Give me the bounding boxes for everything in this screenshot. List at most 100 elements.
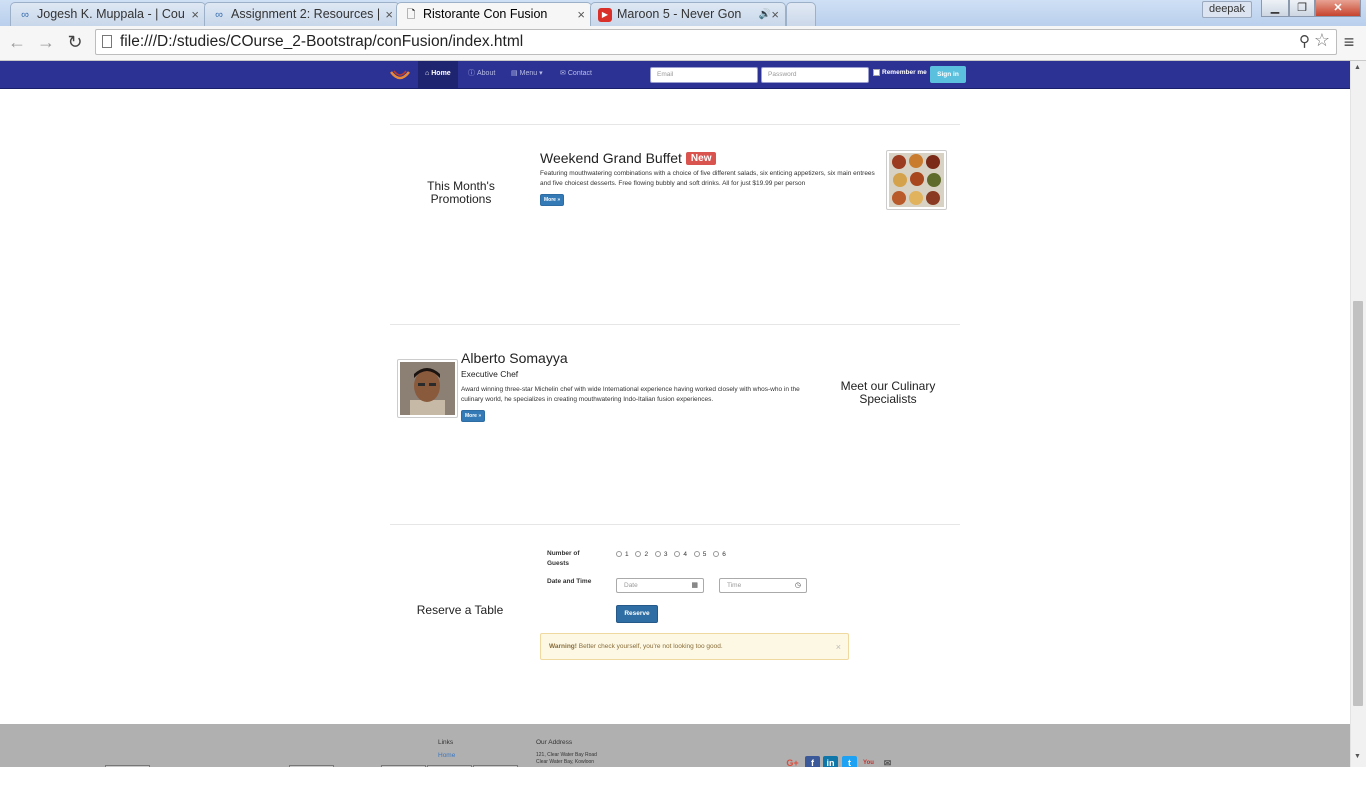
url-text: file:///D:/studies/COurse_2-Bootstrap/co…	[120, 33, 524, 50]
close-tab-icon[interactable]: ×	[191, 3, 199, 26]
radio-button[interactable]	[635, 551, 642, 558]
radio-button[interactable]	[654, 551, 661, 558]
zoom-icon[interactable]: ⚲	[1299, 32, 1310, 50]
divider	[390, 324, 960, 325]
google-plus-icon[interactable]: G+	[785, 756, 800, 767]
calendar-icon: ▦	[691, 582, 698, 589]
nav-contact[interactable]: ✉ Contact	[560, 61, 592, 88]
guest-option-label: 6	[722, 551, 726, 558]
window-bottom	[0, 767, 1366, 794]
footer-links-heading: Links	[438, 739, 454, 746]
divider	[390, 524, 960, 525]
menu-icon[interactable]: ≡	[1341, 32, 1357, 52]
browser-tab-strip: ∞ Jogesh K. Muppala - | Cou × ∞ Assignme…	[0, 0, 1366, 27]
divider	[390, 124, 960, 125]
brand-logo[interactable]	[389, 66, 411, 84]
tab-title: Maroon 5 - Never Gon	[617, 7, 742, 21]
browser-tab[interactable]: ∞ Assignment 2: Resources | ×	[204, 2, 400, 26]
date-input[interactable]: Date ▦	[616, 578, 704, 593]
guest-option[interactable]: 3	[654, 551, 668, 558]
close-tab-icon[interactable]: ×	[577, 3, 585, 26]
home-icon: ⌂	[425, 70, 430, 77]
browser-tab-active[interactable]: 🗋 Ristorante Con Fusion ×	[396, 2, 592, 27]
guest-option[interactable]: 4	[674, 551, 687, 558]
guest-option-label: 3	[663, 551, 668, 558]
radio-button[interactable]	[713, 551, 720, 558]
chef-image	[397, 359, 458, 418]
facebook-icon[interactable]: f	[805, 756, 820, 767]
coursera-icon: ∞	[215, 9, 223, 21]
reload-icon[interactable]: ↻	[65, 32, 85, 52]
chef-description: Award winning three-star Michelin chef w…	[461, 386, 800, 403]
tab-title: Assignment 2: Resources |	[231, 7, 381, 21]
profile-badge[interactable]: deepak	[1202, 1, 1252, 18]
back-icon[interactable]: ←	[7, 32, 27, 52]
page-scrollbar[interactable]: ▲ ▼	[1350, 61, 1366, 767]
datetime-label: Date and Time	[547, 578, 592, 585]
remember-me-checkbox[interactable]: Remember me	[873, 69, 927, 76]
browser-tab[interactable]: ∞ Jogesh K. Muppala - | Cou ×	[10, 2, 206, 26]
warning-alert: Warning! Better check yourself, you're n…	[540, 633, 849, 660]
nav-home[interactable]: ⌂ Home	[418, 61, 458, 88]
guest-option[interactable]: 1	[616, 551, 629, 558]
bookmark-star-icon[interactable]: ☆	[1314, 30, 1330, 51]
nav-about[interactable]: ⓘ About	[468, 61, 495, 88]
radio-button[interactable]	[616, 551, 622, 558]
youtube-icon: ▶	[598, 8, 612, 22]
radio-button[interactable]	[693, 551, 700, 558]
linkedin-icon[interactable]: in	[823, 756, 838, 767]
minimize-button[interactable]: ▁	[1261, 0, 1289, 17]
checkbox[interactable]	[873, 69, 880, 76]
scroll-up-icon[interactable]: ▲	[1354, 64, 1361, 71]
guest-option[interactable]: 6	[713, 551, 726, 558]
sign-in-button[interactable]: Sign in	[930, 66, 966, 83]
guest-option-label: 5	[702, 551, 707, 558]
close-window-button[interactable]: ✕	[1315, 0, 1361, 17]
twitter-icon[interactable]: t	[842, 756, 857, 767]
maximize-button[interactable]: ❐	[1289, 0, 1315, 17]
date-placeholder: Date	[624, 582, 638, 589]
address-line: 121, Clear Water Bay Road	[536, 752, 597, 758]
site-footer: Links Home Our Address 121, Clear Water …	[0, 724, 1350, 767]
list-icon: ▤	[511, 70, 518, 77]
page-viewport: ⌂ Home ⓘ About ▤ Menu ▾ ✉ Contact Email Pass…	[0, 61, 1350, 767]
footer-link-home[interactable]: Home	[438, 752, 455, 759]
page-icon	[102, 35, 112, 48]
scroll-down-icon[interactable]: ▼	[1354, 753, 1361, 760]
browser-toolbar: ← → ↻ file:///D:/studies/COurse_2-Bootst…	[0, 26, 1366, 61]
scroll-thumb[interactable]	[1353, 301, 1363, 706]
promotion-title: Weekend Grand Buffet	[540, 150, 682, 166]
nav-menu-label: Menu	[519, 70, 538, 77]
specialists-title: Meet our Culinary Specialists	[840, 379, 936, 406]
address-bar[interactable]: file:///D:/studies/COurse_2-Bootstrap/co…	[95, 29, 1337, 55]
nav-menu[interactable]: ▤ Menu ▾	[511, 61, 543, 88]
promotion-more-button[interactable]: More »	[540, 194, 565, 206]
close-tab-icon[interactable]: ×	[385, 3, 393, 26]
radio-button[interactable]	[674, 551, 681, 558]
forward-icon[interactable]: →	[36, 32, 56, 52]
clock-icon: ◷	[794, 582, 801, 589]
password-input[interactable]: Password	[761, 67, 869, 83]
mail-icon[interactable]: ✉	[880, 756, 895, 767]
new-badge: New	[685, 152, 717, 165]
reserve-button[interactable]: Reserve	[616, 605, 658, 623]
chef-name: Alberto Somayya	[461, 350, 568, 366]
youtube-icon[interactable]: You	[861, 756, 876, 767]
page-icon: 🗋	[406, 9, 416, 21]
footer-address-heading: Our Address	[536, 739, 573, 746]
coursera-icon: ∞	[21, 9, 29, 21]
promotion-description: Featuring mouthwatering combinations wit…	[540, 170, 875, 187]
reservation-title: Reserve a Table	[416, 603, 504, 617]
time-input[interactable]: Time ◷	[719, 578, 807, 593]
caret-down-icon: ▾	[537, 70, 543, 77]
new-tab-button[interactable]	[786, 2, 816, 26]
guest-option-label: 1	[625, 551, 629, 558]
email-input[interactable]: Email	[650, 67, 758, 83]
guest-option[interactable]: 2	[635, 551, 648, 558]
time-placeholder: Time	[727, 582, 742, 589]
close-tab-icon[interactable]: ×	[771, 3, 779, 26]
browser-tab[interactable]: ▶ Maroon 5 - Never Gon 🔊 ×	[590, 2, 786, 26]
close-alert-icon[interactable]: ×	[836, 634, 841, 660]
guest-option[interactable]: 5	[693, 551, 707, 558]
chef-more-button[interactable]: More »	[461, 410, 486, 422]
